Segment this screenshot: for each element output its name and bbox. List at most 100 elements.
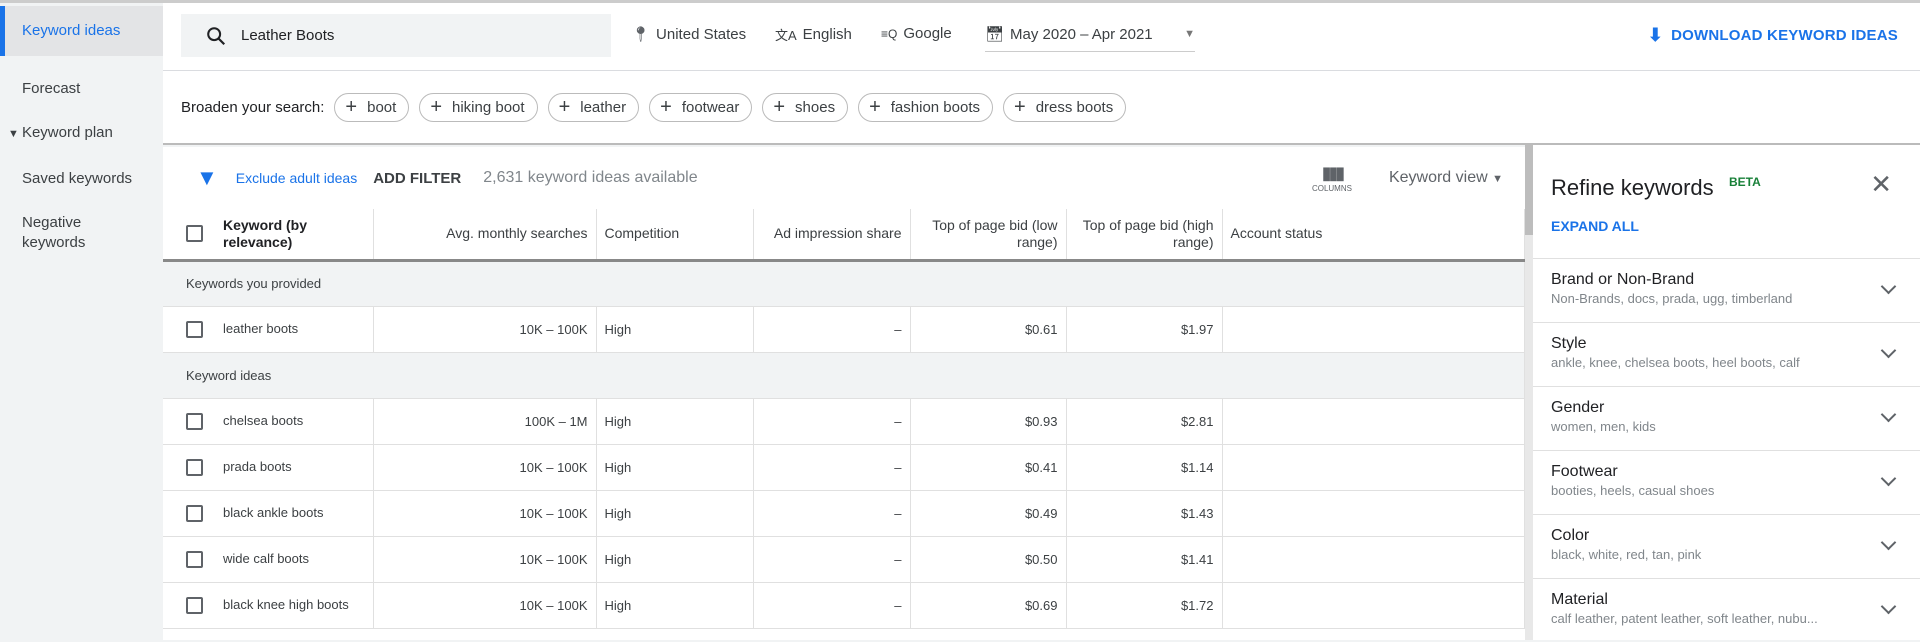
- broaden-chip[interactable]: + leather: [547, 92, 640, 122]
- sidebar-item-forecast[interactable]: Forecast: [0, 79, 163, 99]
- location-pin-icon: 📍︎: [631, 26, 651, 43]
- columns-icon: ▮▮▮: [1321, 163, 1346, 183]
- cell-bid-high: $1.72: [1066, 582, 1223, 629]
- chip-label: footwear: [681, 98, 740, 116]
- refine-item[interactable]: Footwear booties, heels, casual shoes: [1533, 450, 1920, 514]
- select-all-checkbox[interactable]: [186, 224, 203, 242]
- column-header-competition[interactable]: Competition: [596, 209, 754, 262]
- refine-item[interactable]: Color black, white, red, tan, pink: [1533, 514, 1920, 578]
- sidebar-item-keyword-plan[interactable]: ▼ Keyword plan: [0, 123, 163, 144]
- refine-item-subtitle: black, white, red, tan, pink: [1551, 547, 1702, 562]
- location-selector[interactable]: 📍︎ United States: [631, 25, 746, 44]
- cell-bid-high: $2.81: [1066, 398, 1223, 445]
- sidebar-item-label: Keyword plan: [21, 124, 113, 141]
- plus-icon: +: [869, 96, 881, 118]
- cell-avg-monthly-searches: 10K – 100K: [373, 444, 597, 491]
- language-label: English: [802, 26, 852, 43]
- keyword-table: Keyword (by relevance) Avg. monthly sear…: [163, 209, 1525, 629]
- row-checkbox[interactable]: [186, 412, 203, 430]
- table-row[interactable]: leather boots 10K – 100K High – $0.61 $1.97: [163, 306, 1525, 353]
- table-row[interactable]: chelsea boots 100K – 1M High – $0.93 $2.81: [163, 398, 1525, 445]
- column-header-ad-impression-share[interactable]: Ad impression share: [753, 209, 911, 262]
- network-selector[interactable]: ≡Q Google: [881, 25, 952, 42]
- row-checkbox[interactable]: [186, 504, 203, 522]
- column-header-avg-monthly-searches[interactable]: Avg. monthly searches: [373, 209, 597, 262]
- broaden-chip[interactable]: + footwear: [649, 92, 753, 122]
- expand-all-button[interactable]: EXPAND ALL: [1551, 218, 1639, 234]
- search-value: Leather Boots: [241, 27, 335, 44]
- plus-icon: +: [430, 96, 442, 118]
- row-checkbox[interactable]: [186, 320, 203, 338]
- chip-label: fashion boots: [890, 98, 980, 116]
- sidebar-item-negative-keywords[interactable]: Negative keywords: [0, 213, 110, 253]
- columns-label: COLUMNS: [1311, 184, 1352, 193]
- cell-bid-high: $1.14: [1066, 444, 1223, 491]
- row-checkbox[interactable]: [186, 458, 203, 476]
- table-group-row: Keyword ideas: [163, 352, 1525, 399]
- cell-bid-low: $0.93: [910, 398, 1067, 445]
- broaden-label: Broaden your search:: [181, 98, 325, 116]
- cell-keyword: chelsea boots: [163, 398, 374, 445]
- cell-competition: High: [596, 444, 754, 491]
- cell-competition: High: [596, 490, 754, 537]
- cell-avg-monthly-searches: 10K – 100K: [373, 536, 597, 583]
- scrollbar-thumb[interactable]: [1525, 145, 1533, 235]
- table-row[interactable]: black ankle boots 10K – 100K High – $0.49 $1.…: [163, 490, 1525, 537]
- table-row[interactable]: prada boots 10K – 100K High – $0.41 $1.14: [163, 444, 1525, 491]
- refine-item[interactable]: Style ankle, knee, chelsea boots, heel bo…: [1533, 322, 1920, 386]
- filter-icon[interactable]: ▼: [196, 165, 218, 191]
- columns-button[interactable]: ▮▮▮ COLUMNS: [1307, 163, 1357, 193]
- plus-icon: +: [660, 96, 672, 118]
- broaden-search-bar: Broaden your search: + boot + hiking boot + l…: [163, 71, 1920, 145]
- broaden-chip[interactable]: + hiking boot: [419, 92, 538, 122]
- search-input[interactable]: Leather Boots: [181, 14, 611, 57]
- cell-ad-impression-share: –: [753, 398, 911, 445]
- language-selector[interactable]: 文A English: [775, 25, 852, 44]
- cell-keyword: prada boots: [163, 444, 374, 491]
- calendar-icon: 📅︎: [985, 26, 1005, 43]
- cell-competition: High: [596, 306, 754, 353]
- cell-bid-low: $0.69: [910, 582, 1067, 629]
- search-network-icon: ≡Q: [881, 26, 898, 41]
- broaden-chip[interactable]: + fashion boots: [858, 92, 993, 122]
- group-label: Keyword ideas: [163, 352, 1525, 399]
- download-label: DOWNLOAD KEYWORD IDEAS: [1671, 27, 1898, 44]
- chip-label: leather: [580, 98, 627, 116]
- top-bar: Leather Boots 📍︎ United States 文A English …: [163, 0, 1920, 71]
- column-header-bid-high[interactable]: Top of page bid (high range): [1066, 209, 1223, 262]
- cell-ad-impression-share: –: [753, 582, 911, 629]
- cell-avg-monthly-searches: 10K – 100K: [373, 490, 597, 537]
- column-header-bid-low[interactable]: Top of page bid (low range): [910, 209, 1067, 262]
- broaden-chip[interactable]: + shoes: [762, 92, 849, 122]
- refine-title: Refine keywords: [1551, 175, 1714, 200]
- keyword-text: black knee high boots: [223, 597, 349, 613]
- cell-competition: High: [596, 536, 754, 583]
- exclude-adult-ideas-link[interactable]: Exclude adult ideas: [236, 170, 357, 186]
- broaden-chip[interactable]: + dress boots: [1003, 92, 1127, 122]
- close-icon[interactable]: ✕: [1870, 169, 1892, 200]
- beta-badge: BETA: [1729, 175, 1761, 189]
- table-row[interactable]: black knee high boots 10K – 100K High – $0.6…: [163, 582, 1525, 629]
- cell-account-status: [1222, 398, 1525, 445]
- keyword-text: chelsea boots: [223, 413, 304, 429]
- refine-item[interactable]: Material calf leather, patent leather, so…: [1533, 578, 1920, 642]
- column-header-keyword[interactable]: Keyword (by relevance): [163, 209, 374, 262]
- column-header-account-status[interactable]: Account status: [1222, 209, 1525, 262]
- row-checkbox[interactable]: [186, 596, 203, 614]
- add-filter-button[interactable]: ADD FILTER: [373, 170, 461, 187]
- row-checkbox[interactable]: [186, 550, 203, 568]
- refine-item[interactable]: Brand or Non-Brand Non-Brands, docs, prad…: [1533, 258, 1920, 322]
- date-range-selector[interactable]: 📅︎ May 2020 – Apr 2021 ▼: [985, 25, 1195, 52]
- keyword-text: black ankle boots: [223, 505, 324, 521]
- table-row[interactable]: wide calf boots 10K – 100K High – $0.50 $1.41: [163, 536, 1525, 583]
- refine-item[interactable]: Gender women, men, kids: [1533, 386, 1920, 450]
- keyword-view-dropdown[interactable]: Keyword view ▼: [1389, 169, 1503, 187]
- download-keyword-ideas-button[interactable]: ⬇ DOWNLOAD KEYWORD IDEAS: [1648, 25, 1898, 46]
- sidebar-item-saved-keywords[interactable]: Saved keywords: [0, 169, 163, 189]
- sidebar-item-keyword-ideas[interactable]: Keyword ideas: [0, 6, 163, 56]
- cell-ad-impression-share: –: [753, 490, 911, 537]
- cell-bid-high: $1.43: [1066, 490, 1223, 537]
- broaden-chip[interactable]: + boot: [334, 92, 410, 122]
- cell-competition: High: [596, 398, 754, 445]
- keyword-table-panel: ▼ Exclude adult ideas ADD FILTER 2,631 k…: [163, 147, 1525, 640]
